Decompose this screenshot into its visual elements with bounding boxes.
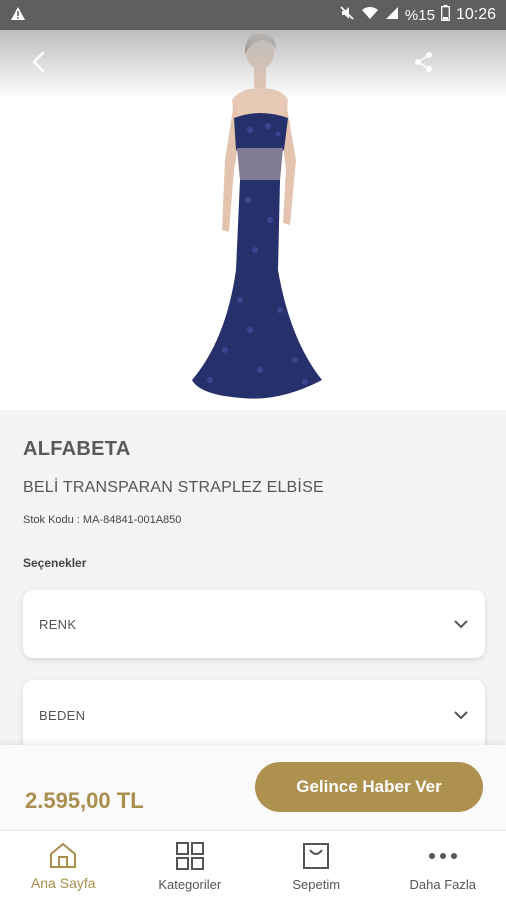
nav-label-more: Daha Fazla	[409, 877, 476, 892]
share-button[interactable]	[404, 42, 444, 82]
battery-percent: %15	[404, 6, 435, 24]
clock: 10:26	[455, 6, 496, 23]
color-select-label: RENK	[39, 616, 77, 632]
home-icon	[50, 842, 77, 868]
status-bar: %15 10:26	[0, 0, 506, 30]
product-info: ALFABETA BELİ TRANSPARAN STRAPLEZ ELBİSE…	[0, 410, 506, 750]
chevron-down-icon	[454, 711, 468, 720]
nav-item-more[interactable]: Daha Fazla	[380, 831, 506, 900]
status-left	[10, 6, 26, 25]
back-button[interactable]	[18, 42, 58, 82]
color-select[interactable]: RENK	[23, 590, 485, 658]
nav-item-categories[interactable]: Kategoriler	[127, 831, 254, 900]
notify-when-available-button[interactable]: Gelince Haber Ver	[255, 762, 483, 812]
status-right: %15 10:26	[339, 5, 496, 25]
bag-icon	[303, 843, 330, 869]
stock-code: Stok Kodu : MA-84841-001A850	[23, 514, 182, 526]
nav-item-home[interactable]: Ana Sayfa	[0, 831, 127, 900]
nav-label-home: Ana Sayfa	[30, 875, 96, 891]
options-heading: Seçenekler	[23, 556, 87, 570]
back-arrow-icon	[32, 51, 45, 73]
brand-name: ALFABETA	[23, 438, 131, 460]
product-image-area	[0, 30, 506, 410]
share-icon	[415, 52, 432, 72]
nav-item-cart[interactable]: Sepetim	[253, 831, 380, 900]
grid-icon	[175, 842, 204, 870]
bottom-navigation: Ana Sayfa Kategoriler Sepetim Daha Fazla	[0, 830, 506, 900]
mute-icon	[339, 5, 355, 25]
nav-label-categories: Kategoriler	[158, 877, 222, 892]
product-title: BELİ TRANSPARAN STRAPLEZ ELBİSE	[23, 479, 324, 496]
signal-icon	[385, 6, 399, 24]
purchase-bar: 2.595,00 TL Gelince Haber Ver	[0, 745, 506, 830]
battery-icon	[441, 5, 450, 25]
more-icon	[428, 853, 457, 859]
size-select[interactable]: BEDEN	[23, 680, 485, 750]
wifi-icon	[361, 6, 379, 24]
size-select-label: BEDEN	[39, 707, 86, 723]
product-price: 2.595,00 TL	[25, 788, 144, 813]
nav-label-cart: Sepetim	[292, 877, 341, 892]
chevron-down-icon	[454, 620, 468, 629]
warning-icon	[10, 6, 26, 25]
